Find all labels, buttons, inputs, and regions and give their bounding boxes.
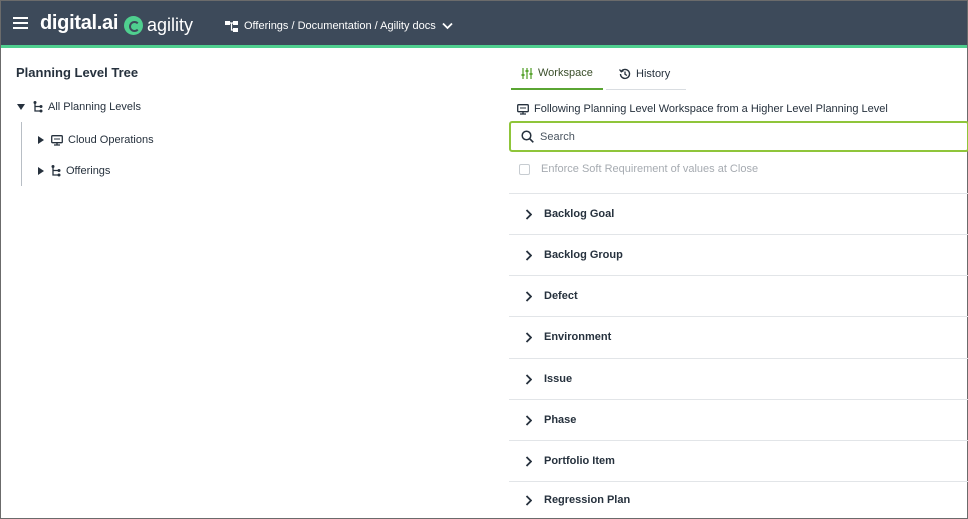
agility-logo-icon [124, 16, 143, 35]
chevron-right-icon [525, 290, 532, 302]
section-backlog-goal[interactable]: Backlog Goal [509, 193, 968, 234]
expand-right-icon[interactable] [38, 136, 44, 144]
chevron-right-icon [525, 331, 532, 343]
chevron-right-icon [525, 455, 532, 467]
expand-right-icon[interactable] [38, 167, 44, 175]
hierarchy-icon [33, 101, 43, 113]
section-label: Portfolio Item [544, 455, 615, 467]
top-navigation-bar: digital.ai agility Offerings / Documenta… [1, 1, 967, 48]
section-defect[interactable]: Defect [509, 275, 968, 316]
tree-guide-line [21, 122, 22, 186]
section-regression-plan[interactable]: Regression Plan [509, 481, 968, 518]
tree-node-cloud-operations[interactable]: Cloud Operations [38, 132, 154, 148]
breadcrumb[interactable]: Offerings / Documentation / Agility docs [225, 18, 459, 34]
section-backlog-group[interactable]: Backlog Group [509, 234, 968, 275]
section-label: Backlog Goal [544, 208, 615, 220]
brand-logo-agility: agility [147, 15, 194, 35]
sliders-icon [521, 67, 533, 79]
enforce-soft-requirement: Enforce Soft Requirement of values at Cl… [519, 163, 758, 175]
tab-label: Workspace [538, 67, 593, 79]
section-label: Issue [544, 373, 573, 385]
chevron-right-icon [525, 249, 532, 261]
chevron-down-icon[interactable] [442, 22, 453, 30]
tree-node-label: Cloud Operations [68, 134, 154, 146]
tab-workspace[interactable]: Workspace [511, 58, 603, 90]
page-title: Planning Level Tree [16, 65, 139, 80]
expand-down-icon[interactable] [17, 104, 25, 110]
section-environment[interactable]: Environment [509, 316, 968, 357]
following-notice: Following Planning Level Workspace from … [517, 103, 888, 115]
section-label: Regression Plan [544, 494, 631, 506]
section-label: Phase [544, 414, 577, 426]
section-portfolio-item[interactable]: Portfolio Item [509, 440, 968, 481]
tree-node-all-planning-levels[interactable]: All Planning Levels [17, 99, 141, 115]
hierarchy-icon [225, 20, 238, 32]
section-label: Defect [544, 290, 578, 302]
history-icon [619, 68, 631, 80]
search-icon [521, 130, 534, 143]
tree-node-offerings[interactable]: Offerings [38, 163, 110, 179]
section-label: Backlog Group [544, 249, 623, 261]
section-label: Environment [544, 331, 612, 343]
chevron-right-icon [525, 414, 532, 426]
hierarchy-icon [51, 165, 61, 177]
breadcrumb-text: Offerings / Documentation / Agility docs [244, 20, 436, 32]
chevron-right-icon [525, 373, 532, 385]
workspace-icon [517, 103, 529, 115]
tab-history[interactable]: History [609, 58, 680, 90]
hamburger-icon[interactable] [13, 17, 28, 30]
tree-node-label: Offerings [66, 165, 111, 177]
workspace-icon [51, 134, 63, 146]
tabs-divider [606, 89, 686, 90]
brand-logo-digital-ai: digital.ai [40, 12, 119, 34]
section-phase[interactable]: Phase [509, 399, 968, 440]
chevron-right-icon [525, 208, 532, 220]
tab-label: History [636, 68, 671, 80]
search-box[interactable] [509, 121, 968, 152]
enforce-label: Enforce Soft Requirement of values at Cl… [541, 163, 759, 175]
section-issue[interactable]: Issue [509, 358, 968, 399]
search-input[interactable] [540, 130, 940, 143]
enforce-checkbox[interactable] [519, 163, 530, 175]
tree-node-label: All Planning Levels [48, 101, 141, 113]
chevron-right-icon [525, 494, 532, 506]
following-text: Following Planning Level Workspace from … [534, 103, 888, 115]
